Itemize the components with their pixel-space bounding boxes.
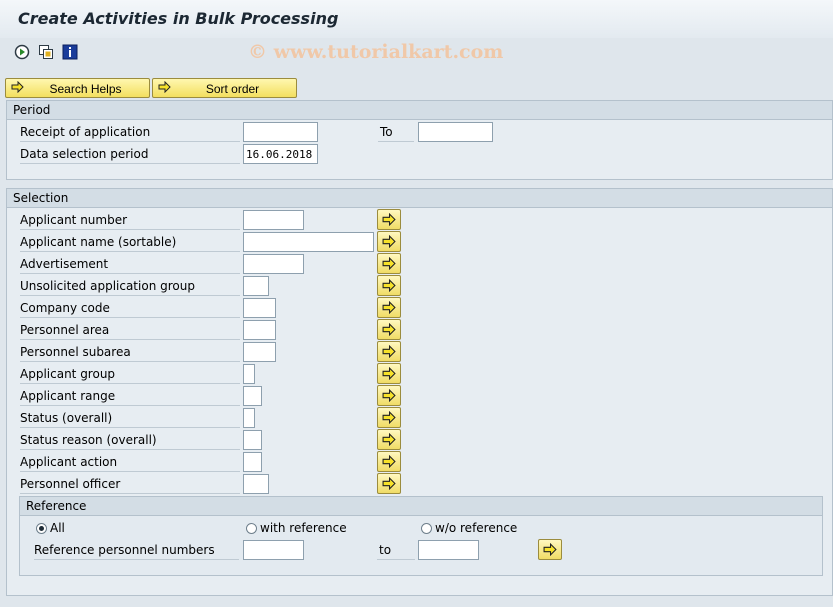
reference-to-label: to (377, 540, 415, 560)
unsolicited-application-group-input[interactable] (243, 276, 269, 296)
receipt-of-application-from-input[interactable] (243, 122, 318, 142)
status-reason-overall-label: Status reason (overall) (20, 430, 240, 450)
applicant-name-multiple-selection-button[interactable] (377, 231, 401, 252)
reference-multiple-selection-button[interactable] (538, 539, 562, 560)
personnel-subarea-label: Personnel subarea (20, 342, 240, 362)
applicant-range-multiple-selection-button[interactable] (377, 385, 401, 406)
status-overall-label: Status (overall) (20, 408, 240, 428)
applicant-name-label: Applicant name (sortable) (20, 232, 240, 252)
status-overall-input[interactable] (243, 408, 255, 428)
applicant-name-input[interactable] (243, 232, 374, 252)
receipt-to-label: To (378, 122, 414, 142)
period-group-title: Period (13, 103, 51, 117)
arrow-right-icon (382, 213, 396, 226)
sort-order-label: Sort order (205, 82, 260, 96)
arrow-right-icon (382, 477, 396, 490)
applicant-action-input[interactable] (243, 452, 262, 472)
personnel-subarea-input[interactable] (243, 342, 276, 362)
company-code-label: Company code (20, 298, 240, 318)
period-group-header: Period (7, 101, 832, 120)
reference-with-radio[interactable] (246, 523, 257, 534)
reference-personnel-to-input[interactable] (418, 540, 479, 560)
arrow-right-icon (382, 323, 396, 336)
info-icon[interactable] (62, 44, 78, 60)
advertisement-input[interactable] (243, 254, 304, 274)
applicant-group-label: Applicant group (20, 364, 240, 384)
personnel-officer-multiple-selection-button[interactable] (377, 473, 401, 494)
company-code-multiple-selection-button[interactable] (377, 297, 401, 318)
advertisement-multiple-selection-button[interactable] (377, 253, 401, 274)
personnel-officer-label: Personnel officer (20, 474, 240, 494)
status-reason-overall-multiple-selection-button[interactable] (377, 429, 401, 450)
arrow-right-icon (543, 543, 557, 556)
search-helps-label: Search Helps (49, 82, 122, 96)
reference-all-radio[interactable] (36, 523, 47, 534)
selection-group-header: Selection (7, 189, 832, 208)
applicant-action-label: Applicant action (20, 452, 240, 472)
company-code-input[interactable] (243, 298, 276, 318)
personnel-officer-input[interactable] (243, 474, 269, 494)
arrow-right-icon (382, 367, 396, 380)
arrow-right-icon (382, 301, 396, 314)
arrow-right-icon (382, 279, 396, 292)
execute-icon[interactable] (14, 44, 30, 60)
reference-personnel-from-input[interactable] (243, 540, 304, 560)
advertisement-label: Advertisement (20, 254, 240, 274)
applicant-range-label: Applicant range (20, 386, 240, 406)
applicant-action-multiple-selection-button[interactable] (377, 451, 401, 472)
reference-without-radio[interactable] (421, 523, 432, 534)
applicant-number-label: Applicant number (20, 210, 240, 230)
unsolicited-application-group-multiple-selection-button[interactable] (377, 275, 401, 296)
arrow-right-icon (382, 455, 396, 468)
reference-group: Reference (19, 496, 823, 576)
reference-group-header: Reference (20, 497, 822, 516)
status-overall-multiple-selection-button[interactable] (377, 407, 401, 428)
personnel-area-multiple-selection-button[interactable] (377, 319, 401, 340)
applicant-number-multiple-selection-button[interactable] (377, 209, 401, 230)
reference-all-label: All (50, 521, 65, 535)
reference-with-label: with reference (260, 521, 347, 535)
personnel-area-input[interactable] (243, 320, 276, 340)
unsolicited-application-group-label: Unsolicited application group (20, 276, 240, 296)
personnel-subarea-multiple-selection-button[interactable] (377, 341, 401, 362)
selection-group-title: Selection (13, 191, 69, 205)
arrow-right-icon (382, 345, 396, 358)
receipt-of-application-to-input[interactable] (418, 122, 493, 142)
sort-order-button[interactable]: Sort order (152, 78, 297, 98)
arrow-right-icon (382, 411, 396, 424)
applicant-range-input[interactable] (243, 386, 262, 406)
arrow-right-icon (382, 389, 396, 402)
window-title: Create Activities in Bulk Processing (18, 9, 339, 28)
applicant-number-input[interactable] (243, 210, 304, 230)
data-selection-period-label: Data selection period (20, 144, 240, 164)
watermark: © www.tutorialkart.com (248, 41, 504, 63)
personnel-area-label: Personnel area (20, 320, 240, 340)
reference-without-label: w/o reference (435, 521, 518, 535)
reference-group-title: Reference (26, 499, 87, 513)
arrow-right-icon (382, 257, 396, 270)
applicant-group-multiple-selection-button[interactable] (377, 363, 401, 384)
arrow-right-icon (382, 433, 396, 446)
search-helps-button[interactable]: Search Helps (5, 78, 150, 98)
applicant-group-input[interactable] (243, 364, 255, 384)
copy-variant-icon[interactable] (38, 44, 54, 60)
reference-personnel-numbers-label: Reference personnel numbers (34, 540, 239, 560)
arrow-right-icon (382, 235, 396, 248)
receipt-of-application-label: Receipt of application (20, 122, 240, 142)
data-selection-period-input[interactable] (243, 144, 318, 164)
status-reason-overall-input[interactable] (243, 430, 262, 450)
